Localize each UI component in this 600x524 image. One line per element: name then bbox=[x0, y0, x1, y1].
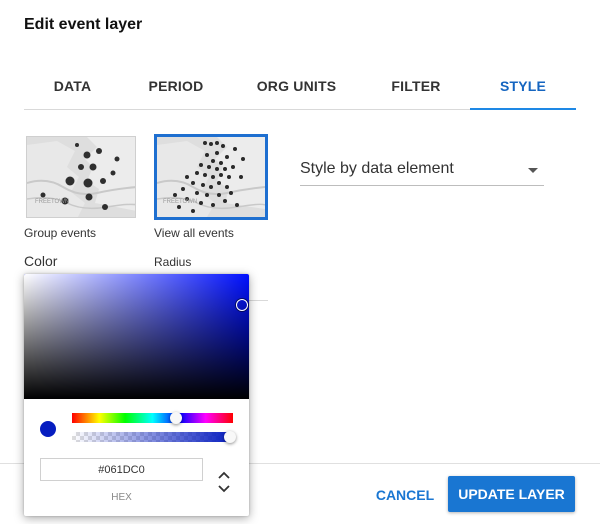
tab-period[interactable]: PERIOD bbox=[121, 66, 231, 109]
saturation-area[interactable] bbox=[24, 274, 249, 399]
update-layer-button[interactable]: UPDATE LAYER bbox=[448, 476, 575, 512]
group-events-option[interactable]: FREETOWN bbox=[26, 136, 136, 218]
tab-bar: DATA PERIOD ORG UNITS FILTER STYLE bbox=[24, 66, 576, 110]
group-events-label: Group events bbox=[24, 226, 97, 240]
hue-slider-handle[interactable] bbox=[170, 412, 182, 424]
saturation-handle[interactable] bbox=[236, 299, 248, 311]
cancel-button[interactable]: CANCEL bbox=[372, 478, 438, 512]
view-all-events-option[interactable]: FREETOWN bbox=[154, 134, 268, 220]
map-place-label: FREETOWN bbox=[35, 199, 69, 205]
tab-style[interactable]: STYLE bbox=[470, 66, 576, 110]
radius-label: Radius bbox=[154, 255, 192, 269]
color-picker-popover: HEX bbox=[24, 274, 249, 516]
chevron-down-icon bbox=[528, 168, 538, 173]
tab-data[interactable]: DATA bbox=[24, 66, 121, 109]
view-all-events-map-image: FREETOWN bbox=[157, 137, 265, 217]
tab-filter[interactable]: FILTER bbox=[362, 66, 470, 109]
hex-label: HEX bbox=[111, 492, 132, 503]
hex-input[interactable] bbox=[40, 458, 203, 481]
format-toggle-icon[interactable] bbox=[214, 469, 234, 495]
group-events-map-image: FREETOWN bbox=[27, 137, 135, 217]
color-swatch bbox=[40, 421, 56, 437]
view-all-events-label: View all events bbox=[154, 226, 234, 240]
hue-slider[interactable] bbox=[72, 413, 233, 423]
tab-org-units[interactable]: ORG UNITS bbox=[231, 66, 362, 109]
map-place-label: FREETOWN bbox=[163, 199, 197, 205]
color-label: Color bbox=[24, 253, 58, 269]
style-by-value: Style by data element bbox=[300, 160, 454, 177]
dialog-title: Edit event layer bbox=[24, 16, 143, 33]
saturation-black-overlay bbox=[24, 274, 249, 399]
alpha-slider[interactable] bbox=[72, 432, 233, 442]
alpha-slider-handle[interactable] bbox=[224, 431, 236, 443]
style-by-select[interactable]: Style by data element bbox=[300, 156, 544, 186]
edit-event-layer-dialog: Edit event layer DATA PERIOD ORG UNITS F… bbox=[0, 0, 600, 524]
